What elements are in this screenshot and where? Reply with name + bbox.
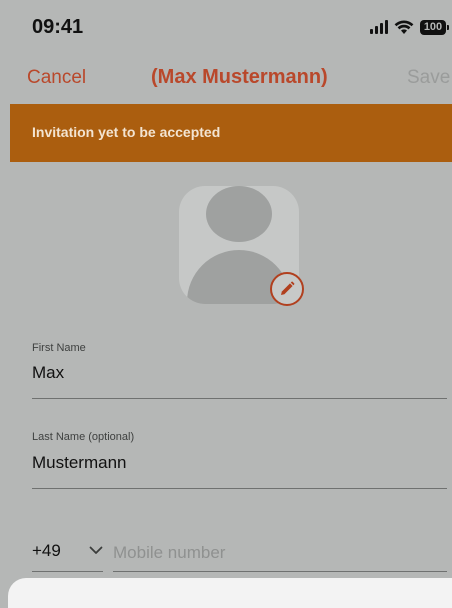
status-bar: 09:41 100: [0, 0, 452, 50]
invitation-banner-text: Invitation yet to be accepted: [32, 124, 221, 140]
navigation-bar: Cancel (Max Mustermann) Save: [0, 50, 452, 104]
battery-indicator: 100: [420, 19, 449, 35]
cancel-button[interactable]: Cancel: [27, 67, 86, 89]
status-time: 09:41: [32, 16, 84, 38]
first-name-field[interactable]: Max: [32, 363, 64, 383]
mobile-number-underline: [113, 571, 447, 572]
wifi-icon: [394, 19, 414, 34]
first-name-label: First Name: [32, 342, 86, 354]
save-button[interactable]: Save: [407, 67, 450, 89]
avatar-head: [206, 186, 272, 242]
invitation-banner: Invitation yet to be accepted: [10, 104, 452, 162]
first-name-underline: [32, 398, 447, 399]
page-title: (Max Mustermann): [151, 66, 328, 88]
last-name-label: Last Name (optional): [32, 431, 135, 443]
pencil-icon: [281, 281, 295, 295]
country-code-select[interactable]: +49: [32, 541, 61, 561]
last-name-field[interactable]: Mustermann: [32, 453, 126, 473]
chevron-down-icon[interactable]: [89, 546, 103, 555]
last-name-underline: [32, 488, 447, 489]
country-code-underline: [32, 571, 103, 572]
signal-bars-icon: [370, 20, 388, 34]
mobile-number-input[interactable]: [113, 540, 447, 566]
status-icons: 100: [370, 17, 449, 37]
edit-avatar-button[interactable]: [270, 272, 304, 306]
bottom-sheet: [8, 578, 452, 608]
